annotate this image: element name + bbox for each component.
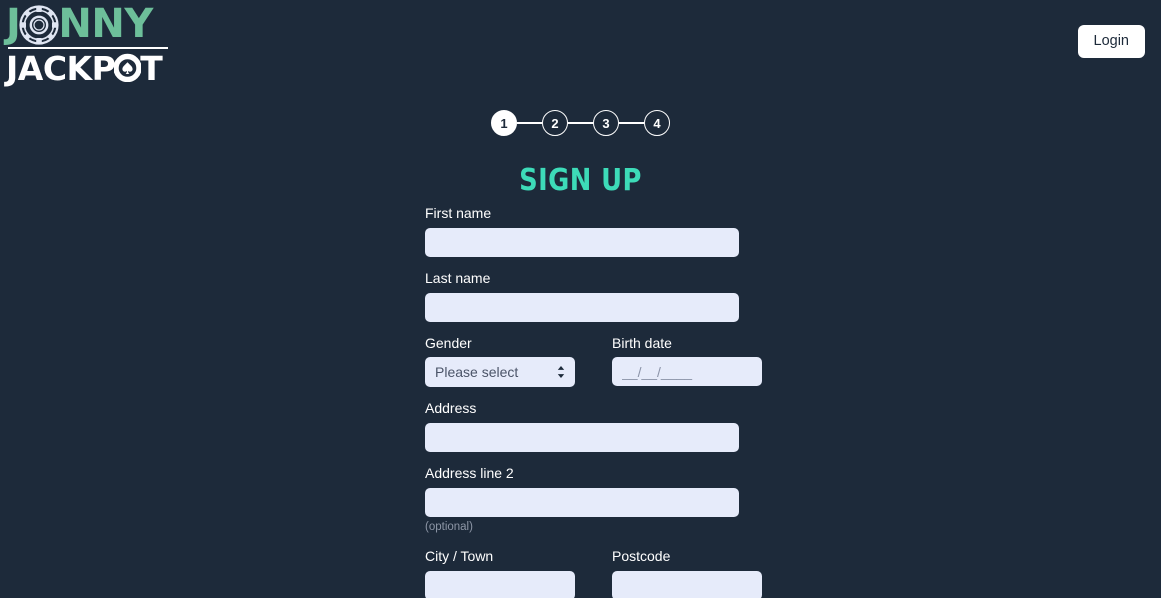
signup-stepper: 1 2 3 4 — [0, 110, 1161, 136]
field-row-gender-birthdate: Gender Please select Birth date — [425, 335, 762, 388]
last-name-label: Last name — [425, 269, 491, 286]
spade-icon — [113, 53, 142, 82]
field-postcode: Postcode — [612, 548, 762, 598]
city-input[interactable] — [425, 570, 575, 598]
first-name-label: First name — [425, 205, 492, 221]
city-label: City / Town — [425, 547, 494, 564]
poker-chip-icon — [19, 5, 59, 45]
brand-logo-text-nny: NNY — [58, 1, 153, 47]
brand-logo-bottom-row: JACKP T — [6, 48, 182, 88]
address-line-2-label: Address line 2 — [425, 465, 514, 482]
postcode-label: Postcode — [612, 547, 671, 564]
birth-date-label: Birth date — [612, 334, 672, 351]
field-address-line-2: Address line 2 (optional) — [425, 465, 739, 535]
step-indicator-4[interactable]: 4 — [644, 110, 670, 136]
gender-select[interactable]: Please select — [425, 357, 575, 388]
birth-date-input[interactable] — [612, 357, 762, 387]
brand-logo-text-jackp: JACKP — [6, 48, 116, 88]
last-name-input[interactable] — [425, 292, 739, 322]
step-connector-2-3 — [568, 122, 593, 124]
step-indicator-1[interactable]: 1 — [491, 110, 517, 136]
step-connector-3-4 — [619, 122, 644, 124]
step-indicator-2[interactable]: 2 — [542, 110, 568, 136]
gender-label: Gender — [425, 334, 472, 351]
step-indicator-3[interactable]: 3 — [593, 110, 619, 136]
address-line-2-input[interactable] — [425, 487, 739, 517]
field-last-name: Last name — [425, 270, 739, 322]
first-name-input[interactable] — [425, 227, 739, 257]
brand-logo-top-row: J NNY — [6, 2, 182, 46]
field-row-city-postcode: City / Town Postcode — [425, 548, 762, 598]
brand-logo[interactable]: J NNY JACKP T — [6, 2, 182, 88]
step-connector-1-2 — [517, 122, 542, 124]
field-address: Address — [425, 400, 739, 453]
login-button[interactable]: Login — [1077, 25, 1145, 58]
brand-logo-text-t: T — [140, 48, 163, 88]
signup-form: First name Last name Gender Please selec… — [425, 205, 762, 598]
address-input[interactable] — [425, 423, 739, 453]
page-title: SIGN UP — [519, 163, 642, 198]
address-line-2-hint: (optional) — [425, 520, 473, 533]
page-header: J NNY JACKP T Login — [0, 0, 1161, 88]
field-gender: Gender Please select — [425, 335, 575, 388]
field-city: City / Town — [425, 548, 575, 598]
field-first-name: First name — [425, 205, 739, 257]
brand-logo-text-j: J — [6, 1, 21, 47]
address-label: Address — [425, 400, 477, 417]
postcode-input[interactable] — [612, 570, 762, 598]
field-birth-date: Birth date — [612, 335, 762, 388]
gender-select-wrap: Please select — [425, 357, 575, 388]
